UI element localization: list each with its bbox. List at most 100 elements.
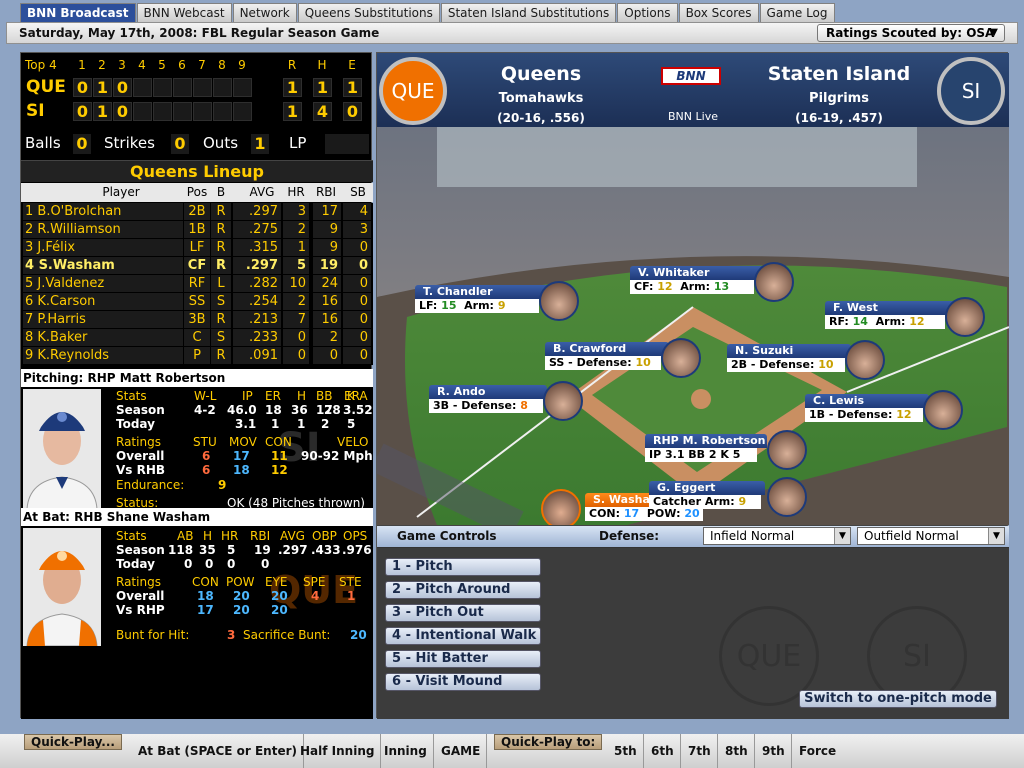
home-team-name: Staten Island [767,63,911,85]
pitcher-season-era: 3.52 [343,403,373,417]
lineup-cell: LF [184,239,210,256]
lineup-row[interactable]: 9 K.Reynolds P R .091 0 0 0 [21,347,373,365]
lineup-cell: S [211,293,231,310]
lineup-cell: 0 [343,347,371,364]
lineup-row[interactable]: 7 P.Harris 3B R .213 7 16 0 [21,311,373,329]
arm-label: Arm: [464,299,494,312]
tab-game-log[interactable]: Game Log [759,3,835,23]
pitch-around-button[interactable]: 2 - Pitch Around [385,581,541,599]
lineup-row[interactable]: 5 J.Valdenez RF L .282 10 24 0 [21,275,373,293]
lineup-row[interactable]: 1 B.O'Brolchan 2B R .297 3 17 4 [21,203,373,221]
one-pitch-mode-button[interactable]: Switch to one-pitch mode [799,690,997,708]
player-face [767,477,807,517]
lineup-row[interactable]: 6 K.Carson SS S .254 2 16 0 [21,293,373,311]
ratings-scout-select[interactable]: Ratings Scouted by: OSA ▼ [817,24,1005,42]
con-label: CON: [589,507,621,520]
col-pos: Pos [186,185,208,199]
fielder-card-3b[interactable]: R. Ando 3B - Defense: 8 [429,381,595,421]
quickplay-at-bat-button[interactable]: At Bat (SPACE or Enter) [132,734,305,768]
fielder-rating: 15 [441,299,457,312]
tab-network[interactable]: Network [232,3,297,23]
fielder-name: RHP M. Robertson [645,434,767,448]
fielder-card-cf[interactable]: V. Whitaker CF: 12 Arm: 13 [630,262,796,302]
fielder-card-1b[interactable]: C. Lewis 1B - Defense: 12 [805,390,971,430]
pitcher-card[interactable]: RHP M. Robertson IP 3.1 BB 2 K 5 [645,430,811,470]
quickplay-force-button[interactable]: Force [793,734,842,768]
pitcher-con-head: CON [265,435,292,449]
fielder-card-rf[interactable]: F. West RF: 14 Arm: 12 [825,297,991,337]
inning-score-empty [193,78,212,97]
quickplay-to-6th-button[interactable]: 6th [645,734,681,768]
outfield-defense-value: Outfield Normal [864,529,959,543]
lineup-cell: 4 S.Washam [23,257,183,274]
visit-mound-button[interactable]: 6 - Visit Mound [385,673,541,691]
batter-portrait [23,528,101,646]
tab-bnn-broadcast[interactable]: BNN Broadcast [20,3,136,23]
pitcher-ratings-label: Ratings [116,435,161,449]
fielder-rating: 8 [520,399,528,412]
col-avg: AVG [249,185,275,199]
pitcher-stats: SI Stats W-L IP ER H BB K ERA Season 4-2… [21,387,373,514]
quickplay-to-5th-button[interactable]: 5th [608,734,644,768]
player-face [923,390,963,430]
lineup-cell: 7 P.Harris [23,311,183,328]
inning-score: 0 [73,78,92,97]
pitcher-overall-stu: 6 [202,449,211,463]
fielder-card-lf[interactable]: T. Chandler LF: 15 Arm: 9 [415,281,581,321]
left-panel: Top 4 1 2 3 4 5 6 7 8 9 R H E QUE 0 1 0 … [20,52,373,719]
away-team-nickname: Tomahawks [498,91,584,106]
inning-header: 7 [198,58,206,72]
pitcher-line: IP 3.1 BB 2 K 5 [645,448,757,462]
tab-staten-island-substitutions[interactable]: Staten Island Substitutions [440,3,617,23]
quickplay-half-inning-button[interactable]: Half Inning [294,734,382,768]
inning-header: 5 [158,58,166,72]
lineup-row[interactable]: 3 J.Félix LF R .315 1 9 0 [21,239,373,257]
lineup-row[interactable]: 2 R.Williamson 1B R .275 2 9 3 [21,221,373,239]
inning-score: 0 [113,78,132,97]
outs-value: 1 [251,134,269,154]
lineup-cell: RF [184,275,210,292]
tab-bnn-webcast[interactable]: BNN Webcast [136,3,232,23]
pitcher-season-wl: 4-2 [194,403,216,417]
infield-defense-select[interactable]: Infield Normal ▼ [703,527,851,545]
quickplay-inning-button[interactable]: Inning [378,734,434,768]
outfield-defense-select[interactable]: Outfield Normal ▼ [857,527,1005,545]
lineup-row[interactable]: 4 S.Washam CF R .297 5 19 0 [21,257,373,275]
player-face [754,262,794,302]
lineup-cell: 3 [283,203,309,220]
lineup-cell: 1 [283,239,309,256]
lineup-cell: CF [184,257,210,274]
col-sb: SB [350,185,366,199]
inning-score: 0 [73,102,92,121]
tab-box-scores[interactable]: Box Scores [678,3,759,23]
fielder-name: N. Suzuki [727,344,851,358]
quickplay-to-8th-button[interactable]: 8th [719,734,755,768]
inning-score-empty [233,102,252,121]
pitcher-overall-mov: 17 [233,449,250,463]
batter-today-h: 0 [205,557,214,571]
lineup-cell: 3 [343,221,371,238]
strikes-value: 0 [171,134,189,154]
fielder-name: V. Whitaker [630,266,770,280]
pitch-button[interactable]: 1 - Pitch [385,558,541,576]
pitch-out-button[interactable]: 3 - Pitch Out [385,604,541,622]
fielder-card-c[interactable]: G. Eggert Catcher Arm: 9 [649,477,815,517]
fielder-card-ss[interactable]: B. Crawford SS - Defense: 10 [545,338,711,378]
hit-batter-button[interactable]: 5 - Hit Batter [385,650,541,668]
bunt-hit-label: Bunt for Hit: [116,628,190,642]
tab-queens-substitutions[interactable]: Queens Substitutions [297,3,440,23]
quickplay-to-7th-button[interactable]: 7th [682,734,718,768]
fielder-card-2b[interactable]: N. Suzuki 2B - Defense: 10 [727,340,893,380]
infield-defense-value: Infield Normal [710,529,795,543]
lineup-row[interactable]: 8 K.Baker C S .233 0 2 0 [21,329,373,347]
quickplay-game-button[interactable]: GAME [435,734,488,768]
col-rbi: RBI [315,185,337,199]
intentional-walk-button[interactable]: 4 - Intentional Walk [385,627,541,645]
quickplay-to-9th-button[interactable]: 9th [756,734,792,768]
lineup-header: Player Pos B AVG HR RBI SB [21,183,373,202]
inning-score-empty [173,78,192,97]
pitcher-season-h: 36 [291,403,308,417]
tab-options[interactable]: Options [617,3,678,23]
right-panel: QUE Queens Tomahawks (20-16, .556) BNN B… [376,52,1009,719]
lineup-cell: 17 [313,203,341,220]
